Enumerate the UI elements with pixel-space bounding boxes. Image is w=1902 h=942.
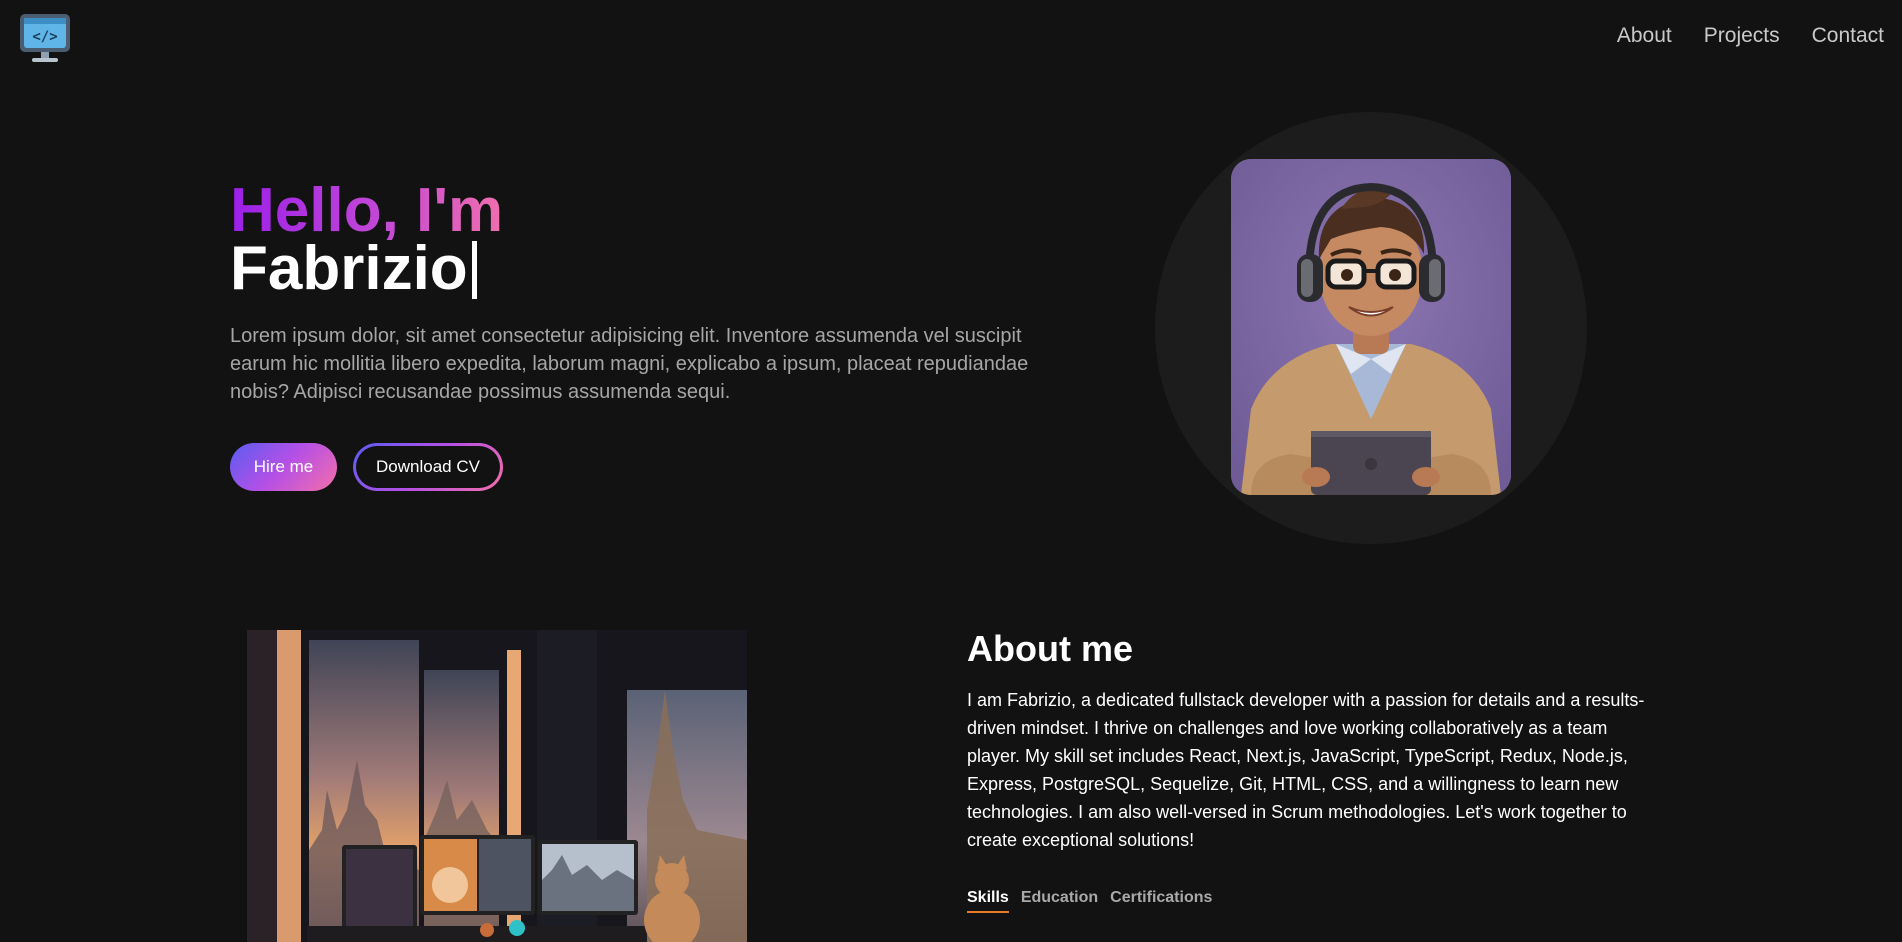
logo[interactable]: </> <box>18 12 72 64</box>
about-image <box>247 630 747 942</box>
nav-projects-link[interactable]: Projects <box>1704 24 1780 48</box>
hire-me-button[interactable]: Hire me <box>230 443 337 491</box>
avatar <box>1231 159 1511 495</box>
hero-description: Lorem ipsum dolor, sit amet consectetur … <box>230 325 1029 403</box>
developer-avatar-illustration <box>1231 159 1511 495</box>
svg-text:</>: </> <box>32 29 57 45</box>
tab-skills[interactable]: Skills <box>967 889 1009 913</box>
hero-heading: Hello, I'm Fabrizio <box>230 176 504 300</box>
computer-code-icon: </> <box>20 14 70 62</box>
typing-cursor <box>471 241 477 299</box>
nav-about-link[interactable]: About <box>1617 24 1672 48</box>
about-tabs: Skills Education Certifications <box>967 889 1212 913</box>
hero-actions: Hire me Download CV <box>230 443 503 491</box>
download-cv-button[interactable]: Download CV <box>353 443 503 491</box>
main-nav: About Projects Contact <box>1617 24 1884 48</box>
hero-name: Fabrizio <box>230 234 468 303</box>
about-heading: About me <box>967 628 1133 669</box>
nav-contact-link[interactable]: Contact <box>1812 24 1884 48</box>
download-cv-label: Download CV <box>356 446 500 488</box>
hero-greeting: Hello, I'm <box>230 176 504 245</box>
tab-education[interactable]: Education <box>1021 889 1098 913</box>
tab-certifications[interactable]: Certifications <box>1110 889 1212 913</box>
about-description: I am Fabrizio, a dedicated fullstack dev… <box>967 690 1645 850</box>
city-workspace-illustration <box>247 630 747 942</box>
hero-name-line: Fabrizio <box>230 238 503 300</box>
